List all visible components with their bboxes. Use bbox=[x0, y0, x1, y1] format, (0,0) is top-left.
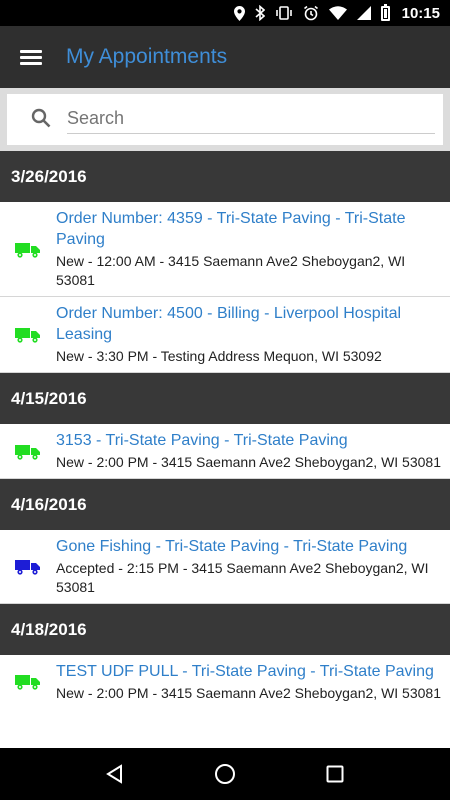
date-header: 4/15/2016 bbox=[0, 373, 450, 424]
appointment-title: Order Number: 4359 - Tri-State Paving - … bbox=[56, 210, 406, 248]
appointment-item[interactable]: Order Number: 4500 - Billing - Liverpool… bbox=[0, 297, 450, 373]
app-bar: My Appointments bbox=[0, 26, 450, 88]
appointment-detail: New - 2:00 PM - 3415 Saemann Ave2 Sheboy… bbox=[56, 454, 441, 470]
appointment-detail: Accepted - 2:15 PM - 3415 Saemann Ave2 S… bbox=[56, 560, 429, 595]
truck-icon bbox=[15, 444, 41, 460]
vibrate-icon bbox=[275, 6, 292, 20]
search-bar bbox=[0, 88, 450, 151]
home-circle-icon[interactable] bbox=[213, 762, 237, 786]
appointment-list[interactable]: 3/26/2016 Order Number: 4359 - Tri-State … bbox=[0, 151, 450, 748]
bluetooth-icon bbox=[255, 5, 265, 21]
appointment-item[interactable]: TEST UDF PULL - Tri-State Paving - Tri-S… bbox=[0, 655, 450, 709]
appointment-detail: New - 2:00 PM - 3415 Saemann Ave2 Sheboy… bbox=[56, 685, 441, 701]
location-icon bbox=[233, 5, 245, 21]
search-icon bbox=[31, 108, 51, 128]
appointment-title: Gone Fishing - Tri-State Paving - Tri-St… bbox=[56, 538, 408, 555]
menu-icon[interactable] bbox=[20, 47, 42, 68]
truck-icon bbox=[15, 674, 41, 690]
appointment-title: 3153 - Tri-State Paving - Tri-State Pavi… bbox=[56, 432, 348, 449]
wifi-icon bbox=[328, 6, 347, 20]
battery-icon bbox=[380, 3, 390, 21]
page-title: My Appointments bbox=[66, 45, 228, 68]
appointment-title: Order Number: 4500 - Billing - Liverpool… bbox=[56, 305, 402, 343]
search-box bbox=[7, 94, 443, 145]
appointment-title: TEST UDF PULL - Tri-State Paving - Tri-S… bbox=[56, 663, 434, 680]
recents-square-icon[interactable] bbox=[323, 762, 347, 786]
alarm-icon bbox=[303, 5, 318, 21]
cell-signal-icon bbox=[356, 6, 371, 20]
date-header: 4/18/2016 bbox=[0, 604, 450, 655]
appointment-detail: New - 3:30 PM - Testing Address Mequon, … bbox=[56, 348, 382, 364]
appointment-item[interactable]: Gone Fishing - Tri-State Paving - Tri-St… bbox=[0, 530, 450, 604]
search-input[interactable] bbox=[67, 104, 435, 134]
truck-icon bbox=[15, 559, 41, 575]
back-triangle-icon[interactable] bbox=[103, 762, 127, 786]
date-header: 4/16/2016 bbox=[0, 479, 450, 530]
navigation-bar bbox=[0, 748, 450, 800]
status-time: 10:15 bbox=[401, 4, 440, 22]
truck-icon bbox=[15, 327, 41, 343]
appointment-item[interactable]: 3153 - Tri-State Paving - Tri-State Pavi… bbox=[0, 424, 450, 479]
status-bar: 10:15 bbox=[0, 0, 450, 26]
truck-icon bbox=[15, 242, 41, 258]
date-header: 3/26/2016 bbox=[0, 151, 450, 202]
appointment-item[interactable]: Order Number: 4359 - Tri-State Paving - … bbox=[0, 202, 450, 297]
appointment-detail: New - 12:00 AM - 3415 Saemann Ave2 Shebo… bbox=[56, 253, 406, 288]
